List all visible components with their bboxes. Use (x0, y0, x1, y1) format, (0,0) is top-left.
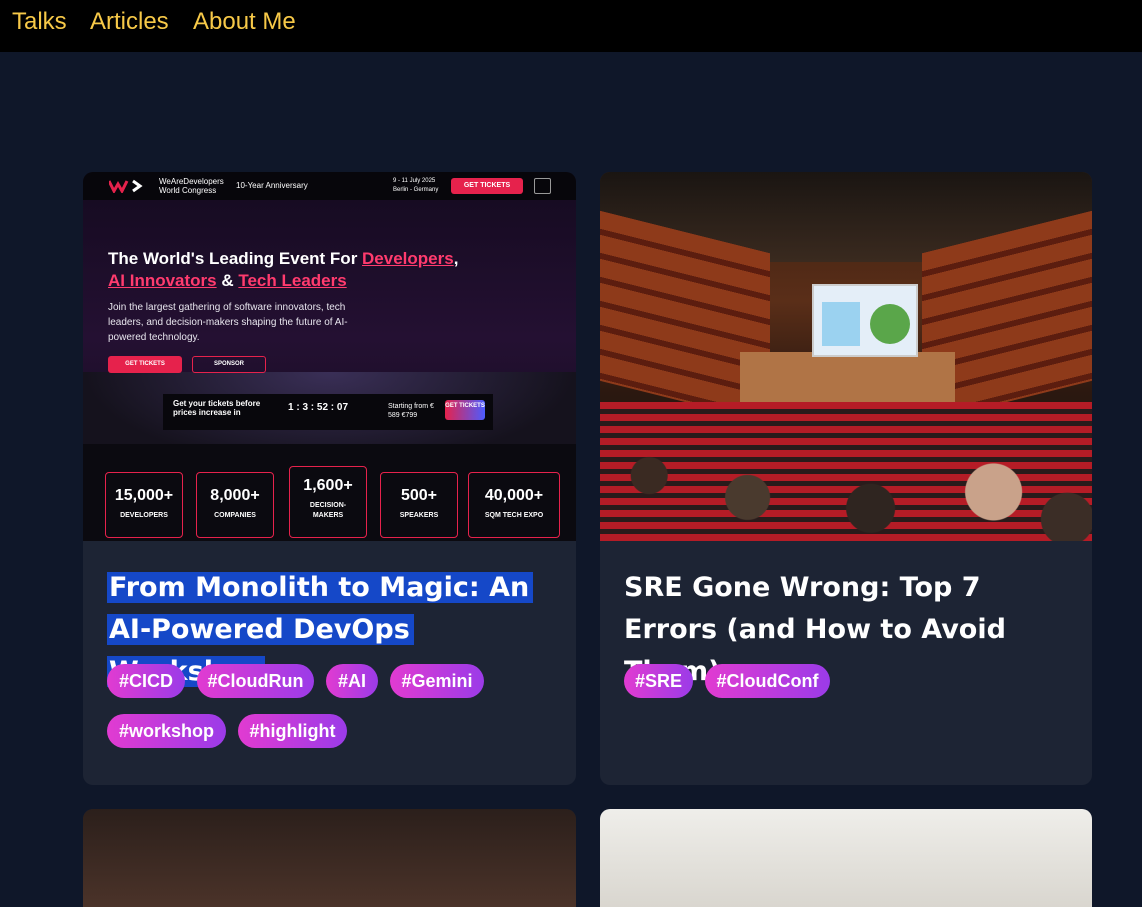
talk-card[interactable]: WeAreDevelopers World Congress 10-Year A… (83, 172, 576, 785)
nav-articles-link[interactable]: Articles (90, 7, 169, 37)
menu-icon (534, 178, 551, 194)
tag-chip[interactable]: #AI (326, 664, 378, 698)
event-sponsor-button: SPONSOR (192, 356, 266, 373)
event-dates: 9 - 11 July 2025 Berlin - Germany (393, 178, 439, 193)
tag-chip[interactable]: #Gemini (390, 664, 484, 698)
talk-thumbnail[interactable] (83, 809, 576, 907)
talk-card[interactable]: SRE Gone Wrong: Top 7 Errors (and How to… (600, 172, 1092, 785)
nav-about-link[interactable]: About Me (193, 7, 296, 37)
stat-box: 500+ SPEAKERS (380, 472, 458, 538)
event-headline: The World's Leading Event For Developers… (108, 249, 459, 290)
audience (600, 432, 1092, 541)
talk-card[interactable] (600, 809, 1092, 907)
event-tickets-button: GET TICKETS (108, 356, 182, 373)
tag-chip[interactable]: #CloudConf (705, 664, 830, 698)
nav-talks-link[interactable]: Talks (12, 7, 67, 37)
stat-box: 40,000+ SQM TECH EXPO (468, 472, 560, 538)
event-subtext: Join the largest gathering of software i… (108, 302, 348, 343)
event-anniversary: 10-Year Anniversary (236, 181, 308, 190)
talk-thumbnail[interactable]: WeAreDevelopers World Congress 10-Year A… (83, 172, 576, 541)
tag-chip[interactable]: #CloudRun (197, 664, 314, 698)
event-header-tickets: GET TICKETS (451, 178, 523, 194)
talk-thumbnail[interactable] (600, 172, 1092, 541)
tag-chip[interactable]: #CICD (107, 664, 185, 698)
stat-box: 8,000+ COMPANIES (196, 472, 274, 538)
tag-chip[interactable]: #SRE (624, 664, 693, 698)
stat-box: 1,600+ DECISION-MAKERS (289, 466, 367, 538)
event-countdown: Get your tickets before prices increase … (163, 394, 493, 430)
projection-screen (812, 284, 918, 357)
stat-box: 15,000+ DEVELOPERS (105, 472, 183, 538)
talk-card[interactable] (83, 809, 576, 907)
tag-chip[interactable]: #workshop (107, 714, 226, 748)
event-brand: WeAreDevelopers World Congress (159, 177, 224, 195)
talk-thumbnail[interactable] (600, 809, 1092, 907)
top-nav: Talks Articles About Me (0, 0, 1142, 52)
tag-chip[interactable]: #highlight (238, 714, 347, 748)
event-stats: 15,000+ DEVELOPERS 8,000+ COMPANIES 1,600+… (83, 444, 576, 541)
wearedevelopers-logo (109, 179, 143, 193)
